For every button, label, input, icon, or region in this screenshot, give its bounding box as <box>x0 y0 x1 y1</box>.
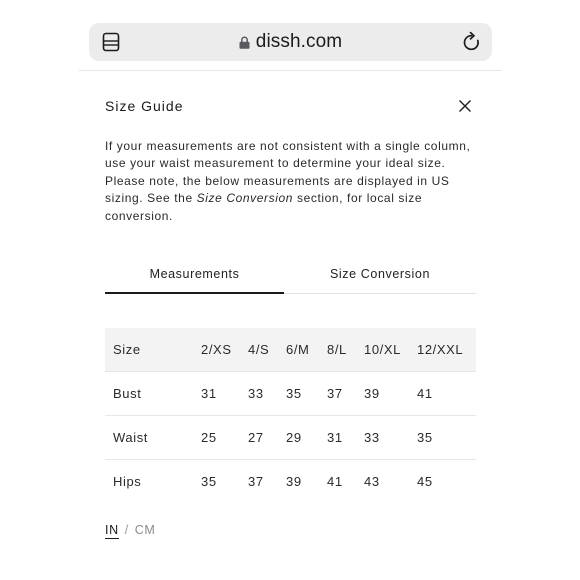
left-margin <box>0 0 79 580</box>
table-cell: 25 <box>201 430 217 445</box>
table-cell: 39 <box>364 386 380 401</box>
header-cell: 2/XS <box>201 342 232 357</box>
table-cell: Bust <box>113 386 142 401</box>
active-tab-indicator <box>105 292 284 294</box>
table-cell: Waist <box>113 430 149 445</box>
unit-toggle: IN / CM <box>105 523 156 539</box>
tab-measurements[interactable]: Measurements <box>105 267 284 281</box>
tab-size-conversion[interactable]: Size Conversion <box>284 267 476 281</box>
unit-cm-button[interactable]: CM <box>135 523 156 537</box>
table-cell: 31 <box>201 386 217 401</box>
url-text[interactable]: dissh.com <box>256 31 342 53</box>
table-cell: 39 <box>286 474 302 489</box>
modal-title: Size Guide <box>105 98 184 114</box>
header-cell: 6/M <box>286 342 310 357</box>
table-cell: 31 <box>327 430 343 445</box>
table-cell: 45 <box>417 474 433 489</box>
table-cell: 33 <box>364 430 380 445</box>
table-cell: 37 <box>248 474 264 489</box>
size-guide-modal: Size Guide If your measurements are not … <box>79 70 502 580</box>
table-cell: 37 <box>327 386 343 401</box>
table-cell: 35 <box>286 386 302 401</box>
table-cell: Hips <box>113 474 142 489</box>
table-row: Waist 25 27 29 31 33 35 <box>105 416 476 460</box>
table-header-row: Size 2/XS 4/S 6/M 8/L 10/XL 12/XXL <box>105 328 476 372</box>
size-guide-description: If your measurements are not consistent … <box>105 138 485 225</box>
close-icon[interactable] <box>458 99 472 113</box>
address-bar[interactable]: dissh.com <box>89 23 492 61</box>
unit-in-button[interactable]: IN <box>105 523 119 539</box>
measurements-table: Size 2/XS 4/S 6/M 8/L 10/XL 12/XXL Bust … <box>105 328 476 504</box>
table-cell: 41 <box>327 474 343 489</box>
unit-separator: / <box>124 523 129 537</box>
lock-icon <box>239 36 250 49</box>
table-row: Hips 35 37 39 41 43 45 <box>105 460 476 504</box>
table-cell: 35 <box>417 430 433 445</box>
size-conversion-link[interactable]: Size Conversion <box>197 191 293 205</box>
table-row: Bust 31 33 35 37 39 41 <box>105 372 476 416</box>
table-cell: 35 <box>201 474 217 489</box>
right-margin <box>502 0 580 580</box>
tab-divider <box>284 293 476 294</box>
table-cell: 29 <box>286 430 302 445</box>
header-cell: 12/XXL <box>417 342 464 357</box>
header-cell: 8/L <box>327 342 347 357</box>
header-cell: 4/S <box>248 342 270 357</box>
table-cell: 41 <box>417 386 433 401</box>
header-cell: Size <box>113 342 141 357</box>
header-cell: 10/XL <box>364 342 401 357</box>
table-cell: 27 <box>248 430 264 445</box>
table-cell: 33 <box>248 386 264 401</box>
table-cell: 43 <box>364 474 380 489</box>
reload-icon[interactable] <box>462 31 482 53</box>
